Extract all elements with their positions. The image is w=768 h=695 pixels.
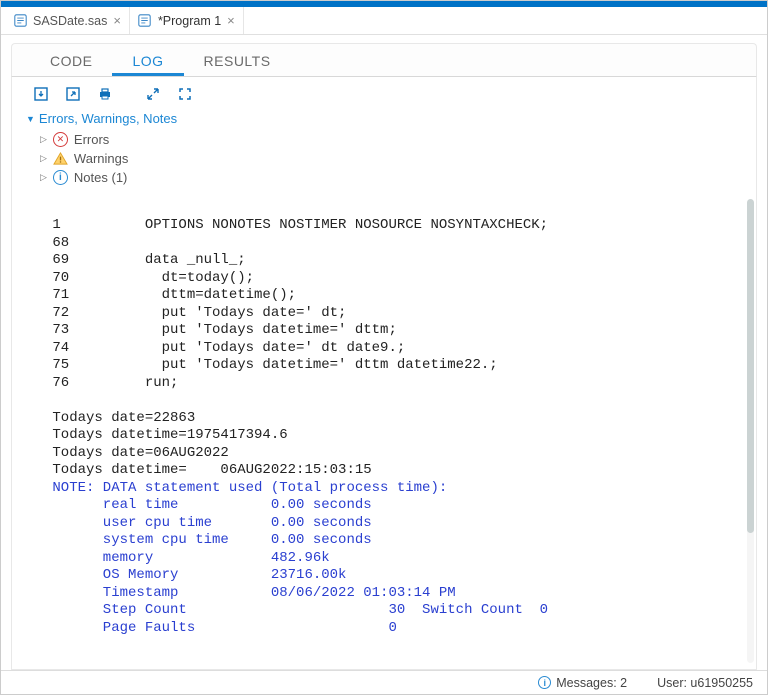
outline-header[interactable]: ▼ Errors, Warnings, Notes	[26, 111, 742, 130]
info-icon: i	[53, 170, 68, 185]
outline-notes-label: Notes (1)	[74, 170, 127, 185]
outline-notes[interactable]: ▷ i Notes (1)	[26, 168, 742, 187]
info-icon: i	[538, 676, 551, 689]
log-note-text: NOTE: DATA statement used (Total process…	[44, 480, 548, 636]
fullscreen-icon[interactable]	[176, 85, 194, 103]
log-plain-text: 1 OPTIONS NONOTES NOSTIMER NOSOURCE NOSY…	[44, 217, 548, 478]
download-log-icon[interactable]	[32, 85, 50, 103]
caret-down-icon: ▼	[26, 114, 35, 124]
open-log-icon[interactable]	[64, 85, 82, 103]
sas-file-icon	[13, 14, 27, 28]
status-messages-label: Messages: 2	[556, 676, 627, 690]
status-bar: i Messages: 2 User: u61950255	[1, 670, 767, 694]
outline-header-label: Errors, Warnings, Notes	[39, 111, 177, 126]
tab-results[interactable]: RESULTS	[184, 45, 291, 76]
outline-errors-label: Errors	[74, 132, 109, 147]
scrollbar-thumb[interactable]	[747, 199, 754, 533]
file-tabs: SASDate.sas × *Program 1 ×	[1, 7, 767, 35]
outline-errors[interactable]: ▷ ✕ Errors	[26, 130, 742, 149]
caret-right-icon: ▷	[40, 153, 47, 164]
status-messages[interactable]: i Messages: 2	[538, 676, 627, 690]
vertical-scrollbar[interactable]	[747, 199, 754, 663]
caret-right-icon: ▷	[40, 134, 47, 145]
warning-icon	[53, 151, 68, 166]
tab-log[interactable]: LOG	[112, 45, 183, 76]
log-panel: 1 OPTIONS NONOTES NOSTIMER NOSOURCE NOSY…	[11, 193, 757, 670]
log-toolbar	[11, 77, 757, 107]
file-tab-label: *Program 1	[158, 14, 221, 28]
caret-right-icon: ▷	[40, 172, 47, 183]
sas-file-icon	[138, 14, 152, 28]
log-outline: ▼ Errors, Warnings, Notes ▷ ✕ Errors ▷ W…	[11, 107, 757, 193]
tab-code[interactable]: CODE	[30, 45, 112, 76]
file-tab-program1[interactable]: *Program 1 ×	[130, 7, 244, 34]
status-user: User: u61950255	[657, 676, 753, 690]
print-icon[interactable]	[96, 85, 114, 103]
sub-tabs: CODE LOG RESULTS	[11, 43, 757, 77]
log-body[interactable]: 1 OPTIONS NONOTES NOSTIMER NOSOURCE NOSY…	[12, 193, 756, 669]
error-icon: ✕	[53, 132, 68, 147]
close-icon[interactable]: ×	[113, 13, 121, 28]
close-icon[interactable]: ×	[227, 13, 235, 28]
status-user-label: User: u61950255	[657, 676, 753, 690]
file-tab-sasdate[interactable]: SASDate.sas ×	[5, 7, 130, 34]
outline-warnings[interactable]: ▷ Warnings	[26, 149, 742, 168]
file-tab-label: SASDate.sas	[33, 14, 107, 28]
popout-icon[interactable]	[144, 85, 162, 103]
outline-warnings-label: Warnings	[74, 151, 128, 166]
